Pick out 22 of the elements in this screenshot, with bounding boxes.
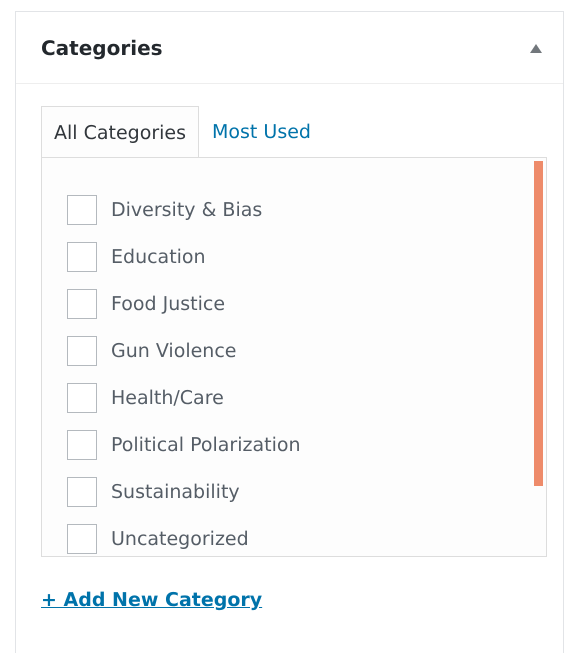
category-label: Uncategorized xyxy=(111,528,249,550)
category-label: Food Justice xyxy=(111,293,226,315)
category-checkbox[interactable] xyxy=(67,289,97,319)
category-checkbox[interactable] xyxy=(67,195,97,225)
category-label: Gun Violence xyxy=(111,340,236,362)
category-checkbox[interactable] xyxy=(67,524,97,554)
category-label: Diversity & Bias xyxy=(111,199,262,221)
category-label: Political Polarization xyxy=(111,434,301,456)
category-checkbox[interactable] xyxy=(67,477,97,507)
category-tab[interactable]: All Categories xyxy=(41,106,200,158)
scrollbar-thumb[interactable] xyxy=(534,161,543,486)
category-tab[interactable]: Most Used xyxy=(199,106,324,157)
category-checkbox[interactable] xyxy=(67,383,97,413)
category-checkbox[interactable] xyxy=(67,242,97,272)
category-label: Education xyxy=(111,246,206,268)
category-label: Health/Care xyxy=(111,387,224,409)
category-checkbox[interactable] xyxy=(67,336,97,366)
category-checkbox[interactable] xyxy=(67,430,97,460)
collapse-arrow-icon[interactable] xyxy=(530,42,542,52)
category-label: Sustainability xyxy=(111,481,240,503)
panel-title: Categories xyxy=(41,36,163,60)
add-category-link[interactable]: + Add New Category xyxy=(41,589,262,611)
